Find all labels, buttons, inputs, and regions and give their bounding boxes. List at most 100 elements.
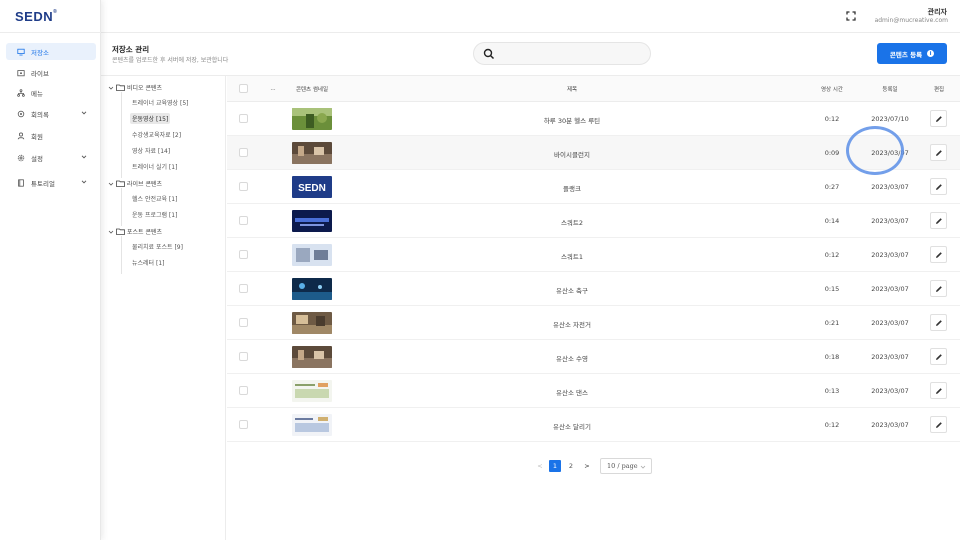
row-checkbox[interactable] bbox=[239, 318, 248, 327]
content-title: 스쿼트1 bbox=[560, 253, 584, 261]
content-title: 하루 30분 헬스 루틴 bbox=[543, 117, 601, 125]
table-row[interactable]: 스쿼트1 0:12 2023/03/07 bbox=[227, 238, 960, 272]
tree-item-selected[interactable]: 운동영상 [15] bbox=[130, 113, 171, 124]
chevron-down-icon bbox=[81, 111, 87, 115]
content-thumbnail[interactable] bbox=[292, 312, 332, 334]
table-row[interactable]: SEDN 플랭크 0:27 2023/03/07 bbox=[227, 170, 960, 204]
sidebar-item-tutorial[interactable]: 튜토리얼 bbox=[6, 174, 96, 191]
pencil-icon bbox=[935, 353, 942, 360]
sidebar-item-live[interactable]: 라이브 bbox=[6, 64, 96, 81]
row-checkbox[interactable] bbox=[239, 352, 248, 361]
content-thumbnail[interactable] bbox=[292, 380, 332, 402]
table-row[interactable]: 유산소 수영 0:18 2023/03/07 bbox=[227, 340, 960, 374]
table-row[interactable]: 유산소 자전거 0:21 2023/03/07 bbox=[227, 306, 960, 340]
fullscreen-icon[interactable] bbox=[845, 10, 857, 22]
next-page-button[interactable]: > bbox=[581, 460, 593, 472]
row-checkbox[interactable] bbox=[239, 148, 248, 157]
table-row[interactable]: 스쿼트2 0:14 2023/03/07 bbox=[227, 204, 960, 238]
app-logo[interactable]: SEDN® bbox=[15, 9, 57, 24]
sidebar-item-storage[interactable]: 저장소 bbox=[6, 43, 96, 60]
edit-button[interactable] bbox=[930, 212, 947, 229]
row-checkbox[interactable] bbox=[239, 284, 248, 293]
page-2-button[interactable]: 2 bbox=[565, 460, 577, 472]
table-row[interactable]: 유산소 달리기 0:12 2023/03/07 bbox=[227, 408, 960, 442]
prev-page-button[interactable]: < bbox=[534, 460, 546, 472]
edit-button[interactable] bbox=[930, 144, 947, 161]
table-row[interactable]: 하루 30분 헬스 루틴 0:12 2023/07/10 bbox=[227, 102, 960, 136]
sidebar-item-label: 라이브 bbox=[31, 69, 49, 78]
tree-item[interactable]: 트레이너 교육영상 [5] bbox=[130, 97, 190, 108]
sidebar-item-settings[interactable]: 설정 bbox=[6, 149, 96, 166]
edit-button[interactable] bbox=[930, 314, 947, 331]
content-date: 2023/03/07 bbox=[871, 387, 909, 395]
edit-button[interactable] bbox=[930, 178, 947, 195]
content-title: 유산소 달리기 bbox=[553, 423, 591, 431]
search-input[interactable] bbox=[473, 42, 651, 65]
content-thumbnail[interactable] bbox=[292, 210, 332, 232]
tree-item[interactable]: 운동 프로그램 [1] bbox=[130, 209, 179, 220]
row-checkbox[interactable] bbox=[239, 182, 248, 191]
sidebar-item-menu[interactable]: 메뉴 bbox=[6, 84, 96, 101]
page-size-select[interactable]: 10 / page bbox=[600, 458, 652, 474]
content-duration: 0:14 bbox=[824, 217, 840, 225]
table-row[interactable]: 유산소 댄스 0:13 2023/03/07 bbox=[227, 374, 960, 408]
content-thumbnail[interactable]: SEDN bbox=[292, 176, 332, 198]
tree-group-live[interactable]: 라이브 콘텐츠 bbox=[108, 179, 162, 188]
pencil-icon bbox=[935, 251, 942, 258]
column-header-more[interactable]: ... bbox=[265, 76, 281, 102]
row-checkbox[interactable] bbox=[239, 216, 248, 225]
edit-button[interactable] bbox=[930, 382, 947, 399]
tree-item[interactable]: 트레이너 실기 [1] bbox=[130, 161, 179, 172]
content-thumbnail[interactable] bbox=[292, 346, 332, 368]
content-duration: 0:21 bbox=[824, 319, 840, 327]
content-thumbnail[interactable] bbox=[292, 414, 332, 436]
content-thumbnail[interactable] bbox=[292, 244, 332, 266]
content-duration: 0:27 bbox=[824, 183, 840, 191]
tree-group-label: 라이브 콘텐츠 bbox=[127, 181, 163, 188]
folder-open-icon bbox=[116, 228, 125, 235]
row-checkbox[interactable] bbox=[239, 420, 248, 429]
user-name[interactable]: 관리자 bbox=[928, 7, 947, 17]
content-date: 2023/03/07 bbox=[871, 217, 909, 225]
sidebar-item-label: 메뉴 bbox=[31, 89, 43, 98]
tree-group-video[interactable]: 비디오 콘텐츠 bbox=[108, 83, 162, 92]
content-thumbnail[interactable] bbox=[292, 142, 332, 164]
row-checkbox[interactable] bbox=[239, 250, 248, 259]
content-thumbnail[interactable] bbox=[292, 278, 332, 300]
register-content-button[interactable]: 콘텐츠 등록 i bbox=[877, 43, 947, 64]
edit-button[interactable] bbox=[930, 416, 947, 433]
chevron-down-icon bbox=[81, 180, 87, 184]
folder-open-icon bbox=[116, 84, 125, 91]
edit-button[interactable] bbox=[930, 280, 947, 297]
sidebar-item-minutes[interactable]: 회의록 bbox=[6, 105, 96, 122]
sidebar-item-members[interactable]: 회원 bbox=[6, 127, 96, 144]
row-checkbox[interactable] bbox=[239, 114, 248, 123]
tree-item[interactable]: 물리치료 포스트 [9] bbox=[130, 241, 185, 252]
tree-guide-line bbox=[121, 236, 122, 274]
content-date: 2023/03/07 bbox=[871, 421, 909, 429]
table-row[interactable]: 유산소 축구 0:15 2023/03/07 bbox=[227, 272, 960, 306]
edit-button[interactable] bbox=[930, 110, 947, 127]
content-duration: 0:13 bbox=[824, 387, 840, 395]
content-thumbnail[interactable] bbox=[292, 108, 332, 130]
content-title: 유산소 자전거 bbox=[553, 321, 591, 329]
row-checkbox[interactable] bbox=[239, 386, 248, 395]
user-icon bbox=[16, 131, 25, 140]
content-date: 2023/03/07 bbox=[871, 183, 909, 191]
tree-item[interactable]: 영상 자료 [14] bbox=[130, 145, 172, 156]
edit-button[interactable] bbox=[930, 348, 947, 365]
tree-item[interactable]: 헬스 안전교육 [1] bbox=[130, 193, 179, 204]
page-1-button[interactable]: 1 bbox=[549, 460, 561, 472]
edit-button[interactable] bbox=[930, 246, 947, 263]
content-title: 유산소 축구 bbox=[556, 287, 588, 295]
select-all-checkbox[interactable] bbox=[239, 84, 248, 93]
pencil-icon bbox=[935, 217, 942, 224]
chevron-down-icon bbox=[108, 182, 114, 186]
menu-tree-icon bbox=[16, 88, 25, 97]
table-row[interactable]: 바이시클런지 0:09 2023/03/07 bbox=[227, 136, 960, 170]
tree-item[interactable]: 수강생교육자료 [2] bbox=[130, 129, 183, 140]
tree-item[interactable]: 뉴스레터 [1] bbox=[130, 257, 167, 268]
pencil-icon bbox=[935, 115, 942, 122]
tree-group-post[interactable]: 포스트 콘텐츠 bbox=[108, 227, 162, 236]
column-header-edit: 편집 bbox=[933, 87, 945, 93]
